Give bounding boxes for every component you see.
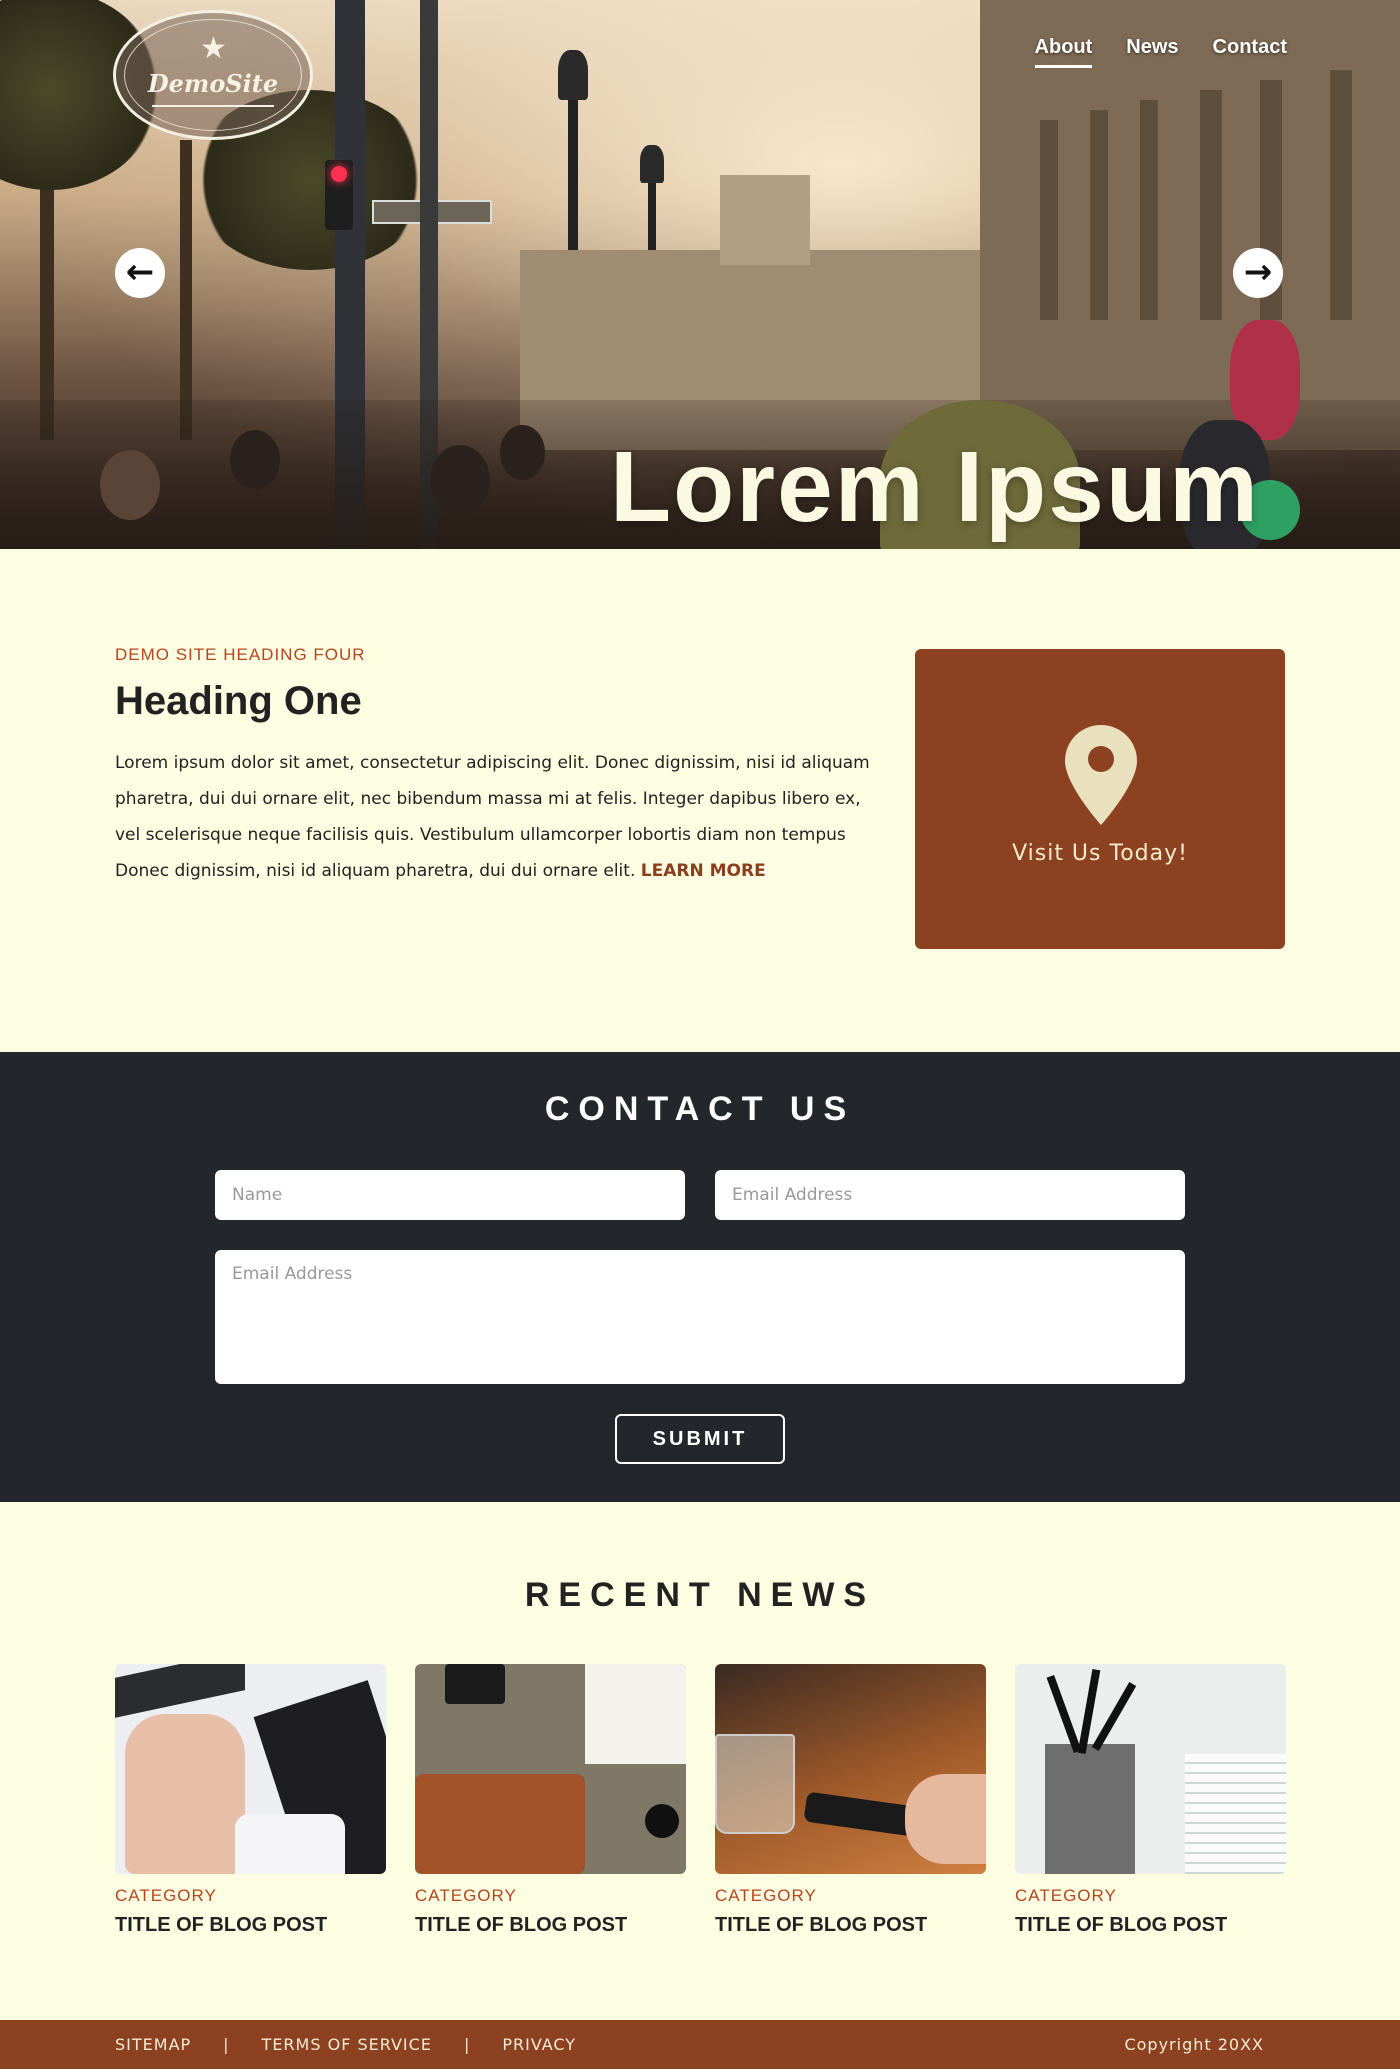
blog-thumbnail-hand-notebook[interactable]	[115, 1664, 386, 1874]
logo-underline	[152, 105, 274, 107]
hand	[905, 1774, 986, 1864]
email-input[interactable]	[715, 1170, 1185, 1220]
learn-more-link[interactable]: LEARN MORE	[641, 861, 766, 881]
intro-paragraph: Lorem ipsum dolor sit amet, consectetur …	[115, 745, 875, 889]
blog-card[interactable]: CATEGORY TITLE OF BLOG POST	[1015, 1664, 1286, 1937]
blog-category[interactable]: CATEGORY	[115, 1886, 386, 1906]
blog-title[interactable]: TITLE OF BLOG POST	[415, 1914, 686, 1937]
person	[500, 425, 545, 480]
arrow-left-icon: ←	[125, 252, 155, 292]
pencil	[1091, 1682, 1137, 1751]
blog-category[interactable]: CATEGORY	[415, 1886, 686, 1906]
blog-thumbnail-leather-bag[interactable]	[415, 1664, 686, 1874]
blog-title[interactable]: TITLE OF BLOG POST	[715, 1914, 986, 1937]
device	[445, 1664, 505, 1704]
blog-category[interactable]: CATEGORY	[715, 1886, 986, 1906]
person	[100, 450, 160, 520]
phone	[235, 1814, 345, 1874]
person	[430, 445, 490, 515]
traffic-light-red	[331, 166, 347, 182]
pencil	[1046, 1675, 1082, 1753]
street-lamp-head	[558, 50, 588, 100]
leather-bag	[415, 1774, 585, 1874]
blog-thumbnail-pencil-cup[interactable]	[1015, 1664, 1286, 1874]
hand	[125, 1714, 245, 1874]
lens-cap	[645, 1804, 679, 1838]
slider-prev-button[interactable]: ←	[115, 248, 165, 298]
submit-button[interactable]: SUBMIT	[615, 1414, 785, 1464]
footer-separator: |	[463, 2035, 471, 2054]
slider-next-button[interactable]: →	[1233, 248, 1283, 298]
recent-news-section: RECENT NEWS CATEGORY TITLE OF BLOG POST …	[0, 1502, 1400, 2020]
keyboard	[115, 1664, 245, 1718]
footer-separator: |	[223, 2035, 230, 2054]
footer: SITEMAP | TERMS OF SERVICE | PRIVACY Cop…	[0, 2020, 1400, 2069]
blog-thumbnail-glass-phone[interactable]	[715, 1664, 986, 1874]
logo-text: DemoSite	[147, 69, 279, 98]
footer-links: SITEMAP | TERMS OF SERVICE | PRIVACY	[115, 2035, 576, 2054]
nav-about[interactable]: About	[1034, 36, 1093, 68]
nav-contact[interactable]: Contact	[1213, 36, 1287, 68]
section-eyebrow: DEMO SITE HEADING FOUR	[115, 645, 366, 664]
hero-title: Lorem Ipsum	[610, 431, 1260, 543]
contact-section: CONTACT US SUBMIT	[0, 1052, 1400, 1502]
phone	[803, 1791, 917, 1837]
pencil-cup	[1045, 1744, 1135, 1874]
copyright-text: Copyright 20XX	[1124, 2035, 1264, 2054]
street-lamp-head	[640, 145, 664, 183]
nav-news[interactable]: News	[1126, 36, 1178, 68]
footer-link-terms[interactable]: TERMS OF SERVICE	[262, 2035, 432, 2054]
arrow-right-icon: →	[1243, 252, 1273, 292]
building-window	[1200, 90, 1222, 320]
section-heading: Heading One	[115, 679, 362, 723]
footer-link-privacy[interactable]: PRIVACY	[502, 2035, 576, 2054]
name-input[interactable]	[215, 1170, 685, 1220]
blog-category[interactable]: CATEGORY	[1015, 1886, 1286, 1906]
building-tower	[720, 175, 810, 265]
blog-title[interactable]: TITLE OF BLOG POST	[115, 1914, 386, 1937]
news-heading: RECENT NEWS	[524, 1576, 876, 1614]
person	[230, 430, 280, 490]
blog-card[interactable]: CATEGORY TITLE OF BLOG POST	[115, 1664, 386, 1937]
blog-card[interactable]: CATEGORY TITLE OF BLOG POST	[415, 1664, 686, 1937]
shirt	[585, 1664, 686, 1764]
building-window	[1140, 100, 1158, 320]
blog-title[interactable]: TITLE OF BLOG POST	[1015, 1914, 1286, 1937]
footer-link-sitemap[interactable]: SITEMAP	[115, 2035, 191, 2054]
book-stack	[1185, 1754, 1286, 1874]
building-window	[1330, 70, 1352, 320]
main-nav: About News Contact	[1034, 36, 1287, 68]
contact-heading: CONTACT US	[544, 1090, 856, 1128]
visit-us-text: Visit Us Today!	[1012, 841, 1188, 866]
map-pin-icon	[1065, 725, 1137, 825]
blog-card[interactable]: CATEGORY TITLE OF BLOG POST	[715, 1664, 986, 1937]
visit-us-card[interactable]: Visit Us Today!	[915, 649, 1285, 949]
star-icon: ★	[200, 31, 227, 66]
hero-banner: ★ DemoSite About News Contact ← → Lorem …	[0, 0, 1400, 549]
building-window	[1090, 110, 1108, 320]
intro-section: DEMO SITE HEADING FOUR Heading One Lorem…	[0, 549, 1400, 1052]
building-window	[1040, 120, 1058, 320]
water-glass	[715, 1734, 795, 1834]
message-textarea[interactable]	[215, 1250, 1185, 1384]
site-logo[interactable]: ★ DemoSite	[113, 10, 313, 140]
